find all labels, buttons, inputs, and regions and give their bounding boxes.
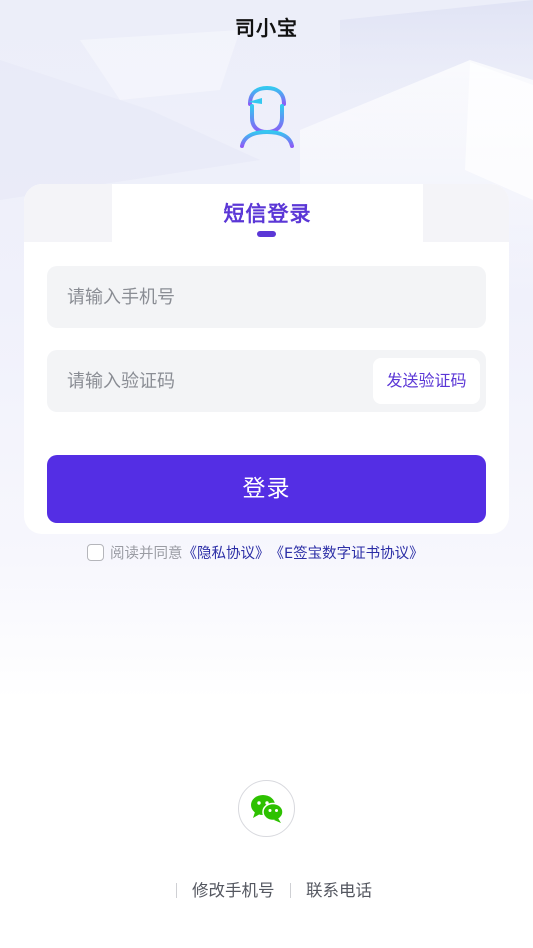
certificate-agreement-link[interactable]: 《E签宝数字证书协议》 <box>270 542 424 563</box>
divider <box>176 883 177 898</box>
login-card: 短信登录 发送验证码 登录 <box>24 184 509 534</box>
phone-input[interactable] <box>47 266 486 328</box>
divider <box>290 883 291 898</box>
agreement-row: 阅读并同意 《隐私协议》 《E签宝数字证书协议》 <box>87 542 424 562</box>
bottom-links: 修改手机号 联系电话 <box>0 880 533 902</box>
login-button[interactable]: 登录 <box>47 455 486 523</box>
change-phone-link[interactable]: 修改手机号 <box>192 880 275 902</box>
wechat-login-button[interactable] <box>238 780 295 837</box>
agreement-text: 阅读并同意 <box>110 545 183 562</box>
driver-avatar-icon <box>240 86 294 148</box>
wechat-icon <box>251 795 284 823</box>
tab-active-indicator <box>257 231 276 237</box>
tab-sms-login[interactable]: 短信登录 <box>112 184 423 242</box>
contact-phone-link[interactable]: 联系电话 <box>306 880 372 902</box>
privacy-policy-link[interactable]: 《隐私协议》 <box>183 542 270 563</box>
page-title: 司小宝 <box>235 16 298 40</box>
verification-code-input[interactable] <box>47 350 367 412</box>
tab-label: 短信登录 <box>223 202 312 226</box>
agreement-checkbox[interactable] <box>87 543 104 561</box>
send-code-button[interactable]: 发送验证码 <box>373 358 480 404</box>
code-field: 发送验证码 <box>47 350 486 412</box>
phone-field <box>47 266 486 328</box>
